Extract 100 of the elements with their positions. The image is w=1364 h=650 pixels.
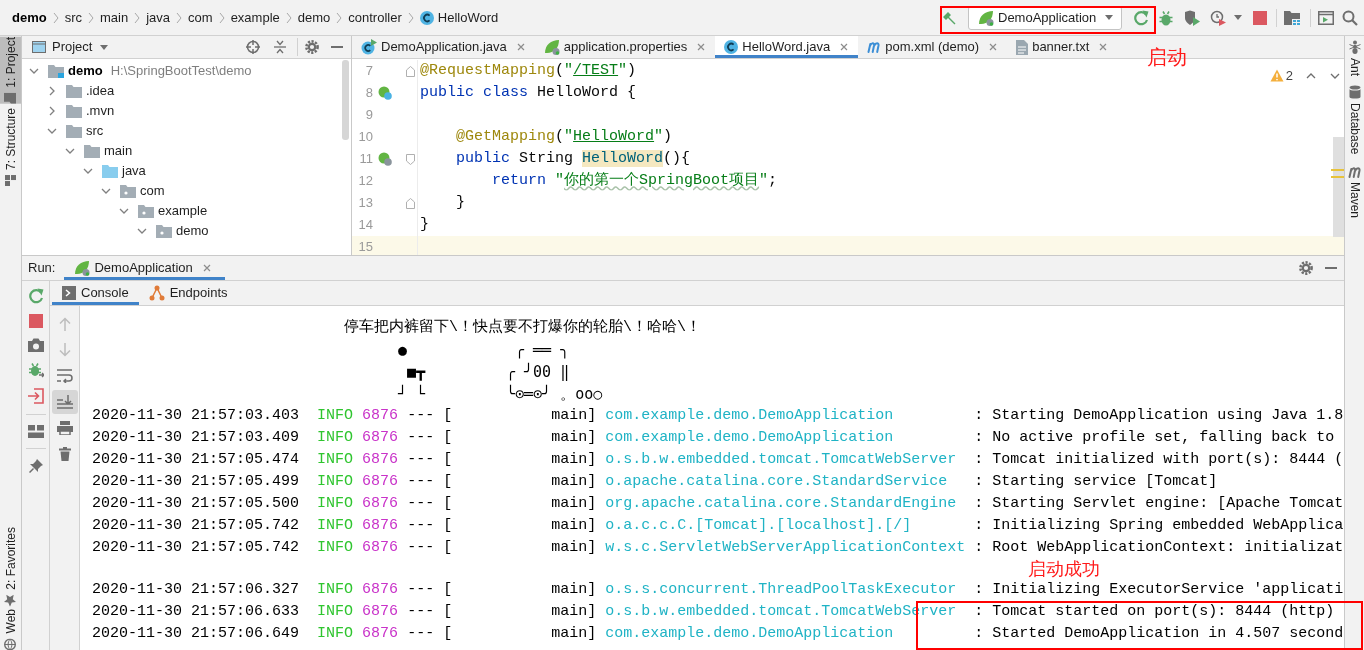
tool-window-tab[interactable]: 2: Favorites (0, 526, 21, 607)
editor-tab[interactable]: pom.xml (demo) (858, 36, 1008, 58)
console-tab[interactable]: Endpoints (138, 281, 238, 305)
chevron-down-icon[interactable] (1330, 72, 1340, 79)
code-line: } (455, 193, 465, 213)
chevron-down-icon[interactable] (119, 208, 129, 214)
tool-window-tab[interactable]: 7: Structure (0, 107, 21, 186)
breadcrumb-item[interactable]: main (100, 7, 129, 28)
stop-icon[interactable] (1253, 10, 1267, 25)
breadcrumb-item[interactable]: demo (12, 7, 47, 28)
bean-icon[interactable] (378, 86, 392, 100)
tree-item[interactable]: demo H:\SpringBootTest\demo (29, 61, 252, 81)
tree-item[interactable]: example (119, 201, 208, 221)
close-icon[interactable] (697, 43, 706, 51)
printer-icon[interactable] (56, 421, 73, 435)
stop-icon[interactable] (28, 314, 43, 328)
tool-window-tab[interactable]: Ant (1345, 40, 1364, 76)
crosshair-icon[interactable] (246, 40, 260, 54)
shield-icon[interactable] (1184, 9, 1200, 26)
breadcrumb-item[interactable]: demo (297, 7, 331, 28)
breadcrumb-item[interactable]: example (230, 7, 280, 28)
tree-item[interactable]: .mvn (47, 101, 115, 121)
hammer-icon[interactable] (942, 10, 956, 25)
pin-icon[interactable] (28, 459, 43, 473)
leaf-icon (74, 260, 91, 276)
close-icon[interactable] (516, 43, 525, 51)
camera-icon[interactable] (27, 338, 44, 352)
chevron-down-icon[interactable] (101, 188, 111, 194)
tool-window-tab[interactable]: 1: Project (0, 37, 21, 104)
chevron-icon (88, 11, 94, 24)
bug-icon[interactable] (27, 362, 44, 378)
trash-icon[interactable] (58, 447, 71, 461)
breadcrumb-item[interactable]: com (188, 7, 213, 28)
warning-stripe-icon (1331, 169, 1344, 179)
package-folder-icon (120, 184, 136, 198)
run-config-dropdown[interactable]: DemoApplication (968, 5, 1122, 30)
scroll-to-end-icon[interactable] (51, 390, 78, 414)
editor-tab[interactable]: banner.txt (1007, 36, 1118, 58)
chevron-up-icon[interactable] (1306, 72, 1316, 79)
chevron-down-icon[interactable] (83, 168, 93, 174)
gear-icon[interactable] (1299, 261, 1313, 275)
close-icon[interactable] (1099, 43, 1108, 51)
tree-item[interactable]: src (47, 121, 104, 141)
breadcrumb-item[interactable]: HelloWord (419, 7, 499, 28)
tree-item[interactable]: .idea (47, 81, 115, 101)
chevron-down-icon[interactable] (29, 68, 39, 74)
tree-item[interactable]: com (101, 181, 165, 201)
layout-icon[interactable] (27, 425, 44, 438)
caret-icon[interactable] (1105, 15, 1113, 20)
log-line: 2020-11-30 21:57:03.409 INFO 6876 --- [ main] com.example.demo.DemoApplication : No active profile set, falling back to (92, 428, 1335, 448)
chevron-icon (336, 11, 343, 24)
tool-window-tab[interactable]: Maven (1345, 166, 1364, 219)
code-line: @RequestMapping("/TEST") (420, 61, 637, 81)
bean-icon[interactable] (378, 152, 392, 166)
collapse-icon[interactable] (274, 40, 286, 54)
chevron-down-icon[interactable] (47, 128, 57, 134)
line-number: 15 (358, 238, 373, 255)
rerun-icon[interactable] (1133, 9, 1149, 26)
chevron-icon (285, 11, 292, 24)
fold-marker-icon[interactable] (406, 65, 415, 77)
folder-grid-icon[interactable] (1284, 10, 1300, 25)
chevron-down-icon[interactable] (65, 148, 75, 154)
warning-count[interactable]: 2 (1285, 66, 1293, 86)
chevron-down-icon[interactable] (137, 228, 147, 234)
arrow-into-box-icon[interactable] (27, 388, 44, 404)
close-icon[interactable] (840, 43, 849, 51)
caret-icon[interactable] (1234, 15, 1242, 20)
wrap-icon[interactable] (56, 369, 73, 383)
clock-icon[interactable] (1210, 9, 1226, 26)
code-line: } (420, 215, 429, 235)
editor-tab[interactable]: DemoApplication.java (352, 36, 535, 58)
window-icon[interactable] (1318, 10, 1334, 25)
tree-item[interactable]: java (83, 161, 146, 181)
editor-tab[interactable]: application.properties (534, 36, 716, 58)
search-icon[interactable] (1342, 9, 1358, 26)
fold-marker-icon[interactable] (406, 197, 415, 209)
log-line: 2020-11-30 21:57:03.403 INFO 6876 --- [ main] com.example.demo.DemoApplication : Starting DemoApplication using Java 1.8 (92, 406, 1344, 426)
bug-icon[interactable] (1158, 9, 1174, 26)
chevron-right-icon[interactable] (49, 106, 55, 116)
view-selector[interactable]: Project (52, 37, 109, 57)
scrollbar[interactable] (1333, 137, 1344, 237)
caret-icon[interactable] (100, 44, 109, 50)
gear-icon[interactable] (305, 40, 319, 54)
breadcrumb-item[interactable]: java (146, 7, 171, 28)
scrollbar[interactable] (342, 60, 349, 140)
tree-item[interactable]: main (65, 141, 133, 161)
editor-tab[interactable]: HelloWord.java (715, 36, 859, 58)
console-icon (62, 286, 76, 300)
ascii-art-car: ╭ ══ ╮ ╭ ╯00 ‖ ╰⊙═⊙╯ 。oo○ (506, 340, 603, 405)
tree-item[interactable]: demo (137, 221, 209, 241)
tool-window-tab[interactable]: Web (0, 608, 21, 650)
breadcrumb-item[interactable]: src (64, 7, 82, 28)
breadcrumb-item[interactable]: controller (348, 7, 402, 28)
tool-window-tab[interactable]: Database (1345, 85, 1364, 155)
panel-label: Run: (28, 259, 56, 278)
chevron-right-icon[interactable] (49, 86, 55, 96)
close-icon[interactable] (202, 264, 211, 272)
close-icon[interactable] (989, 43, 998, 51)
rerun-icon[interactable] (27, 288, 44, 304)
fold-marker-icon[interactable] (406, 153, 415, 165)
